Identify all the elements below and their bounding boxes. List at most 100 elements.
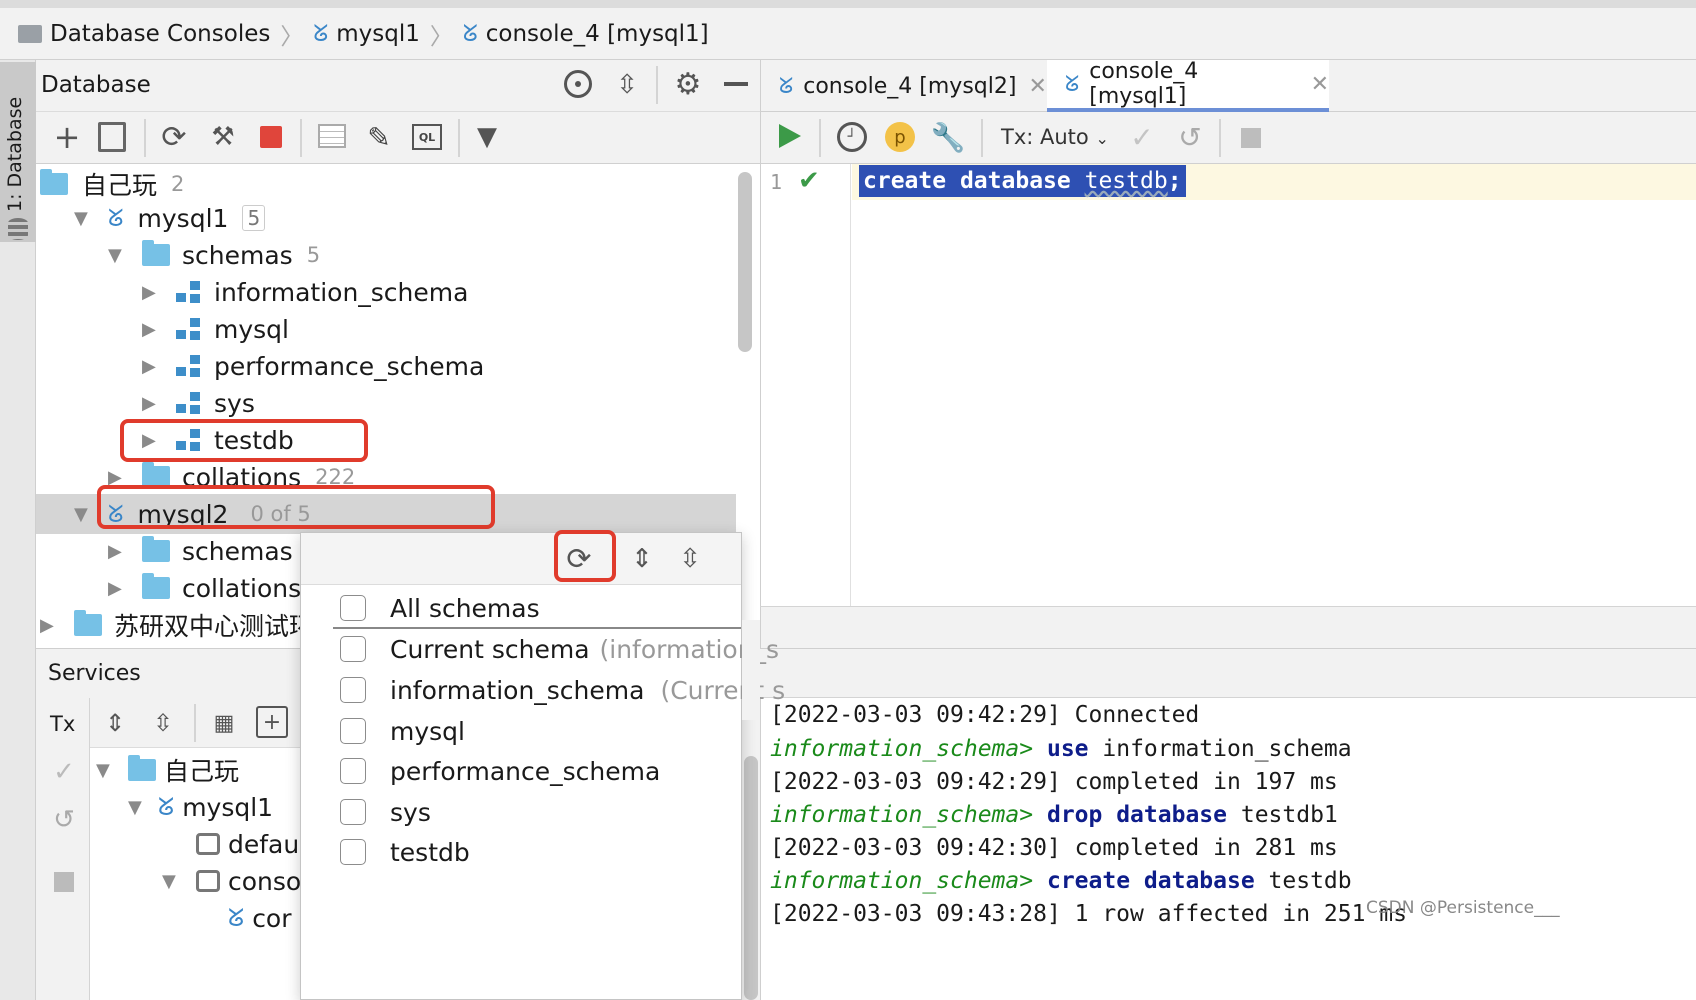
breadcrumb-item-consoles[interactable]: Database Consoles <box>50 21 270 47</box>
sql-statement[interactable]: create database testdb; <box>859 165 1186 197</box>
checkbox[interactable] <box>340 677 366 703</box>
expanded-arrow-icon[interactable]: ▼ <box>74 504 96 525</box>
tree-scrollbar[interactable] <box>738 172 752 352</box>
schema-option-performance-schema[interactable]: performance_schema <box>340 751 660 791</box>
tree-schemas[interactable]: ▼ schemas 5 <box>108 235 320 275</box>
tree-schemas-2[interactable]: ▶ schemas <box>108 531 293 571</box>
expanded-arrow-icon[interactable]: ▼ <box>96 760 118 781</box>
edit-icon[interactable]: ✎ <box>364 120 394 154</box>
transaction-mode-dropdown[interactable]: Tx: Auto ⌄ <box>1001 125 1109 149</box>
breadcrumb-item-console[interactable]: console_4 [mysql1] <box>486 21 709 47</box>
services-default[interactable]: defaul <box>196 824 306 864</box>
collapsed-arrow-icon[interactable]: ▶ <box>142 393 164 414</box>
collapsed-arrow-icon[interactable]: ▶ <box>40 615 62 636</box>
query-console-icon[interactable]: QL <box>412 124 442 150</box>
log-prompt: information_schema> <box>770 736 1034 762</box>
services-console[interactable]: ▼ conso <box>162 861 301 901</box>
wrench-icon[interactable]: 🔧 <box>931 120 966 154</box>
sql-keyword: database <box>959 168 1071 194</box>
stop-icon[interactable] <box>1241 128 1261 148</box>
tree-label: 苏研双中心测试环 <box>114 612 315 641</box>
schema-settings-icon[interactable]: ⚒ <box>206 120 240 154</box>
collapsed-arrow-icon[interactable]: ▶ <box>108 578 130 599</box>
commit-check-icon[interactable]: ✓ <box>50 757 78 787</box>
schema-option-mysql[interactable]: mysql <box>340 711 465 751</box>
services-group[interactable]: ▼ 自己玩 <box>96 750 239 790</box>
checkbox[interactable] <box>340 758 366 784</box>
locate-icon[interactable] <box>564 70 592 98</box>
tree-group-suyan[interactable]: ▶ 苏研双中心测试环 <box>40 605 314 645</box>
run-icon[interactable] <box>779 124 801 148</box>
table-icon[interactable] <box>318 124 346 148</box>
collapse-all-icon[interactable]: ⇳ <box>148 706 178 740</box>
tab-console-mysql1[interactable]: ᘜ console_4 [mysql1] ✕ <box>1047 59 1329 112</box>
services-console-child[interactable]: ᘜ cor <box>228 898 292 938</box>
rollback-icon[interactable]: ↺ <box>50 805 78 835</box>
collapsed-arrow-icon[interactable]: ▶ <box>108 541 130 562</box>
expanded-arrow-icon[interactable]: ▼ <box>162 871 184 892</box>
schema-icon <box>176 316 204 342</box>
add-service-icon[interactable]: + <box>256 706 288 738</box>
mysql-datasource-icon: ᘜ <box>158 792 175 821</box>
tree-schema-mysql[interactable]: ▶ mysql <box>142 309 289 349</box>
tx-toggle[interactable]: Tx <box>50 712 75 736</box>
copy-icon[interactable] <box>98 122 126 152</box>
add-icon[interactable]: + <box>50 118 84 156</box>
stop-icon[interactable] <box>260 126 282 148</box>
database-tool-tab[interactable]: 1: Database <box>0 62 36 242</box>
refresh-icon[interactable]: ⟳ <box>158 120 190 155</box>
checkbox[interactable] <box>340 799 366 825</box>
filter-icon[interactable]: ▼ <box>472 122 502 152</box>
editor-area[interactable] <box>760 164 1696 606</box>
parameters-icon[interactable]: p <box>885 122 915 152</box>
option-label: All schemas <box>390 593 540 623</box>
services-mysql1[interactable]: ▼ ᘜ mysql1 <box>128 787 273 827</box>
schema-option-testdb[interactable]: testdb <box>340 832 470 872</box>
tree-mysql1[interactable]: ▼ ᘜ mysql1 5 <box>74 198 266 238</box>
breadcrumb: Database Consoles 〉 ᘜ mysql1 〉 ᘜ console… <box>0 8 1696 60</box>
expanded-arrow-icon[interactable]: ▼ <box>108 245 130 266</box>
expanded-arrow-icon[interactable]: ▼ <box>128 797 150 818</box>
group-by-icon[interactable]: ▦ <box>210 708 238 738</box>
option-label: testdb <box>390 837 470 867</box>
commit-check-icon[interactable]: ✓ <box>1127 120 1157 154</box>
expand-all-icon[interactable]: ⇕ <box>627 541 657 577</box>
schema-option-information-schema[interactable]: information_schema (Current s <box>340 670 785 710</box>
tree-schema-information-schema[interactable]: ▶ information_schema <box>142 272 468 312</box>
tree-schema-sys[interactable]: ▶ sys <box>142 383 255 423</box>
watermark: CSDN @Persistence___ <box>1366 898 1560 918</box>
schema-option-all[interactable]: All schemas <box>340 588 540 628</box>
checkbox[interactable] <box>340 839 366 865</box>
checkbox[interactable] <box>340 718 366 744</box>
close-icon[interactable]: ✕ <box>1311 72 1329 97</box>
history-icon[interactable]: ┘ <box>837 122 867 152</box>
collapse-all-icon[interactable]: ⇳ <box>612 68 642 102</box>
rollback-icon[interactable]: ↺ <box>1175 120 1205 154</box>
stop-icon[interactable] <box>54 872 74 892</box>
folder-icon <box>142 536 170 562</box>
count-badge: 2 <box>171 172 185 196</box>
log-text: testdb1 <box>1240 802 1338 828</box>
collapsed-arrow-icon[interactable]: ▶ <box>142 282 164 303</box>
minimize-icon[interactable] <box>724 82 748 86</box>
collapsed-arrow-icon[interactable]: ▶ <box>142 319 164 340</box>
tab-console-mysql2[interactable]: ᘜ console_4 [mysql2] ✕ <box>761 60 1047 112</box>
expanded-arrow-icon[interactable]: ▼ <box>74 208 96 229</box>
breadcrumb-item-mysql1[interactable]: mysql1 <box>336 21 420 47</box>
collapsed-arrow-icon[interactable]: ▶ <box>142 356 164 377</box>
checkbox[interactable] <box>340 636 366 662</box>
gear-icon[interactable]: ⚙ <box>672 66 704 102</box>
tree-label: collations <box>182 573 302 603</box>
tree-schema-performance-schema[interactable]: ▶ performance_schema <box>142 346 484 386</box>
close-icon[interactable]: ✕ <box>1028 74 1046 99</box>
checkbox[interactable] <box>340 595 366 621</box>
tree-collations-2[interactable]: ▶ collations <box>108 568 301 608</box>
output-scrollbar[interactable] <box>744 756 758 1000</box>
option-label: mysql <box>390 716 465 746</box>
collapse-all-icon[interactable]: ⇳ <box>675 541 705 577</box>
expand-all-icon[interactable]: ⇕ <box>100 706 130 740</box>
schema-option-current[interactable]: Current schema (information_s <box>340 629 779 669</box>
tree-label: schemas <box>182 536 293 566</box>
chevron-right-icon: 〉 <box>280 23 304 50</box>
schema-option-sys[interactable]: sys <box>340 792 431 832</box>
